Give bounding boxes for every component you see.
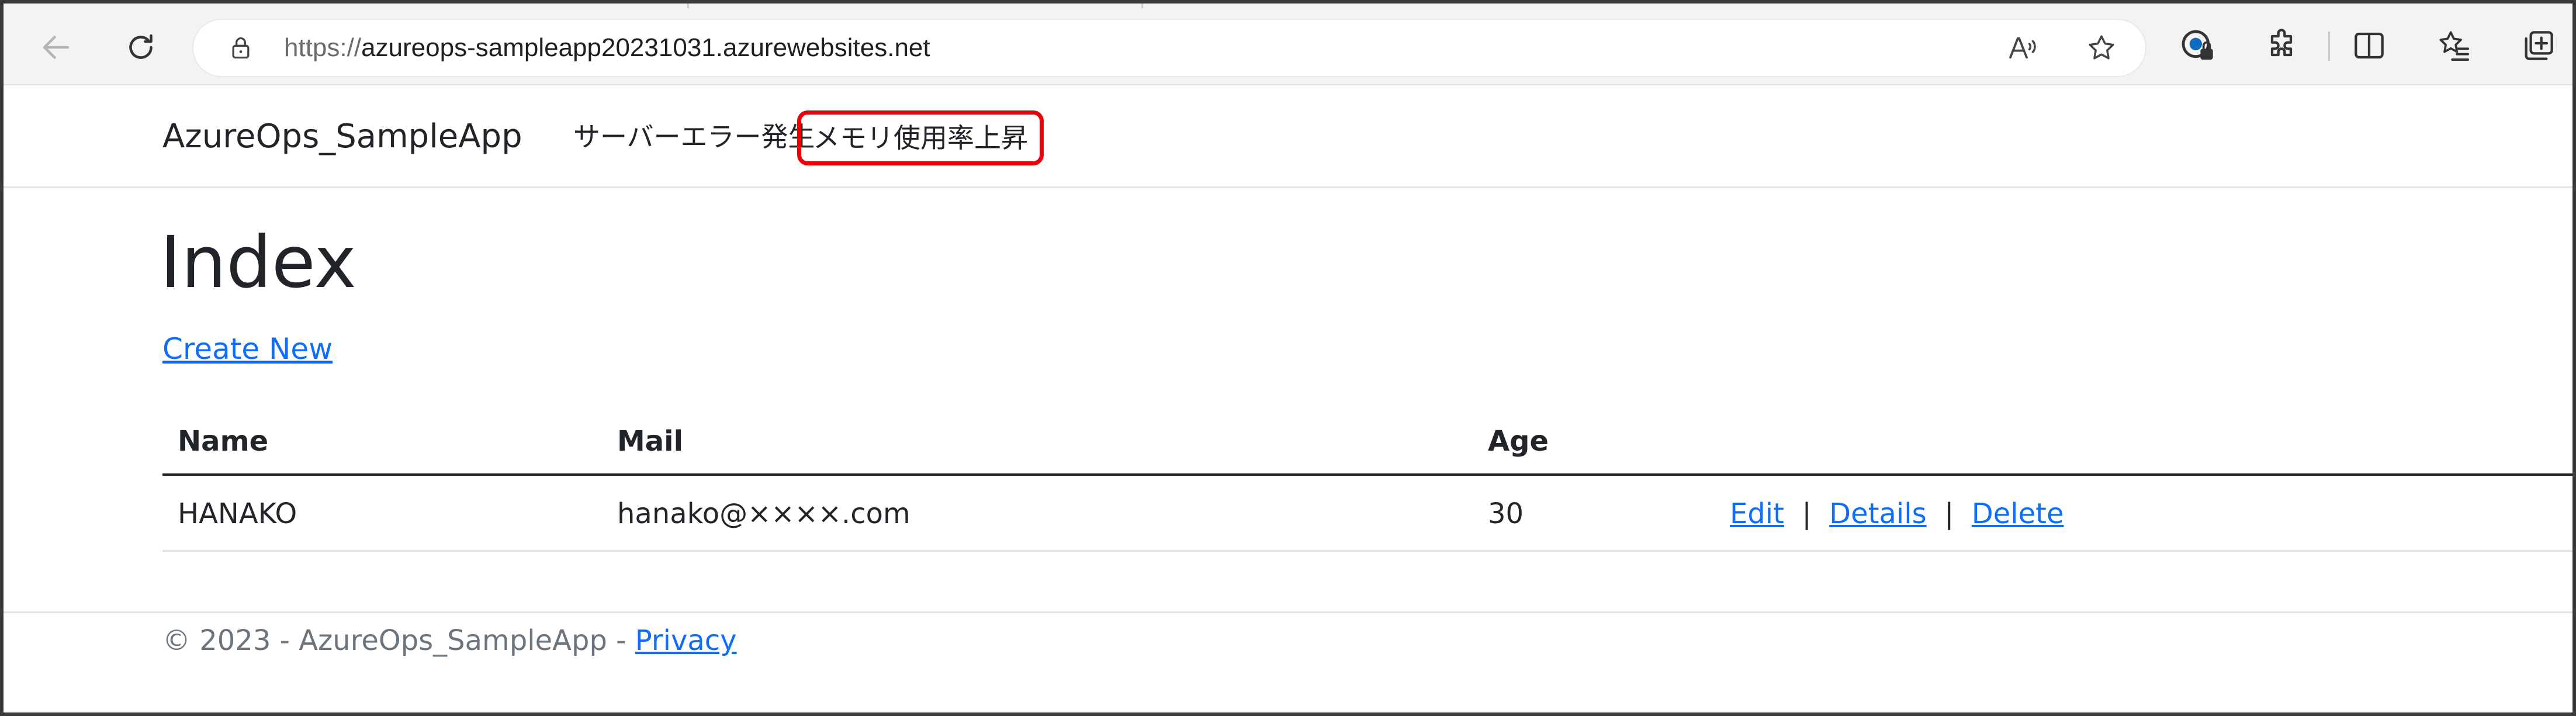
split-screen-icon[interactable] — [2347, 23, 2391, 68]
highlight-box: メモリ使用率上昇 — [797, 110, 1044, 165]
privacy-link[interactable]: Privacy — [635, 624, 737, 657]
delete-link[interactable]: Delete — [1972, 497, 2064, 530]
records-table: Name Mail Age HANAKO hanako@××××.com 30 … — [162, 407, 2572, 552]
site-footer: © 2023 - AzureOps_SampleApp - Privacy — [4, 611, 2572, 712]
header-age: Age — [1488, 425, 1549, 458]
action-separator: | — [1935, 497, 1963, 530]
cell-name: HANAKO — [178, 497, 297, 530]
back-button[interactable] — [30, 21, 82, 74]
address-bar[interactable]: https://azureops-sampleapp20231031.azure… — [193, 20, 2145, 76]
url-scheme: https:// — [284, 33, 362, 62]
header-mail: Mail — [617, 425, 684, 458]
page-title: Index — [160, 221, 356, 304]
url-host: azureops-sampleapp20231031.azurewebsites… — [361, 33, 930, 62]
copyright-text: © 2023 - AzureOps_SampleApp - — [162, 624, 635, 657]
cell-mail: hanako@××××.com — [617, 497, 910, 530]
toolbar-divider — [2328, 32, 2330, 61]
extensions-icon[interactable] — [2259, 23, 2304, 68]
url-text[interactable]: https://azureops-sampleapp20231031.azure… — [284, 20, 930, 76]
action-separator: | — [1793, 497, 1820, 530]
header-name: Name — [178, 425, 269, 458]
password-manager-icon[interactable] — [2175, 23, 2220, 68]
footer-text: © 2023 - AzureOps_SampleApp - Privacy — [162, 620, 737, 661]
refresh-icon — [129, 34, 153, 59]
brand-link[interactable]: AzureOps_SampleApp — [162, 85, 522, 188]
cell-age: 30 — [1488, 497, 1524, 530]
browser-window: https://azureops-sampleapp20231031.azure… — [0, 0, 2576, 716]
refresh-button[interactable] — [115, 21, 167, 74]
browser-toolbar: https://azureops-sampleapp20231031.azure… — [4, 4, 2572, 85]
table-row: HANAKO hanako@××××.com 30 Edit | Details… — [162, 476, 2572, 552]
active-tab-edge — [687, 4, 1143, 8]
details-link[interactable]: Details — [1829, 497, 1926, 530]
edit-link[interactable]: Edit — [1730, 497, 1784, 530]
favorite-star-icon[interactable] — [2084, 30, 2119, 65]
read-aloud-icon[interactable] — [2005, 30, 2040, 65]
lock-icon[interactable] — [226, 33, 256, 63]
cell-actions: Edit | Details | Delete — [1730, 476, 2064, 552]
collections-icon[interactable] — [2516, 23, 2561, 68]
site-navbar: AzureOps_SampleApp サーバーエラー発生 メモリ使用率上昇 — [4, 85, 2572, 188]
nav-server-error-link[interactable]: サーバーエラー発生 — [573, 85, 815, 188]
arrow-left-icon — [43, 36, 70, 59]
table-header: Name Mail Age — [162, 407, 2572, 476]
favorites-list-icon[interactable] — [2432, 23, 2476, 68]
create-new-link[interactable]: Create New — [162, 332, 333, 366]
nav-memory-increase-link[interactable]: メモリ使用率上昇 — [801, 115, 1040, 161]
